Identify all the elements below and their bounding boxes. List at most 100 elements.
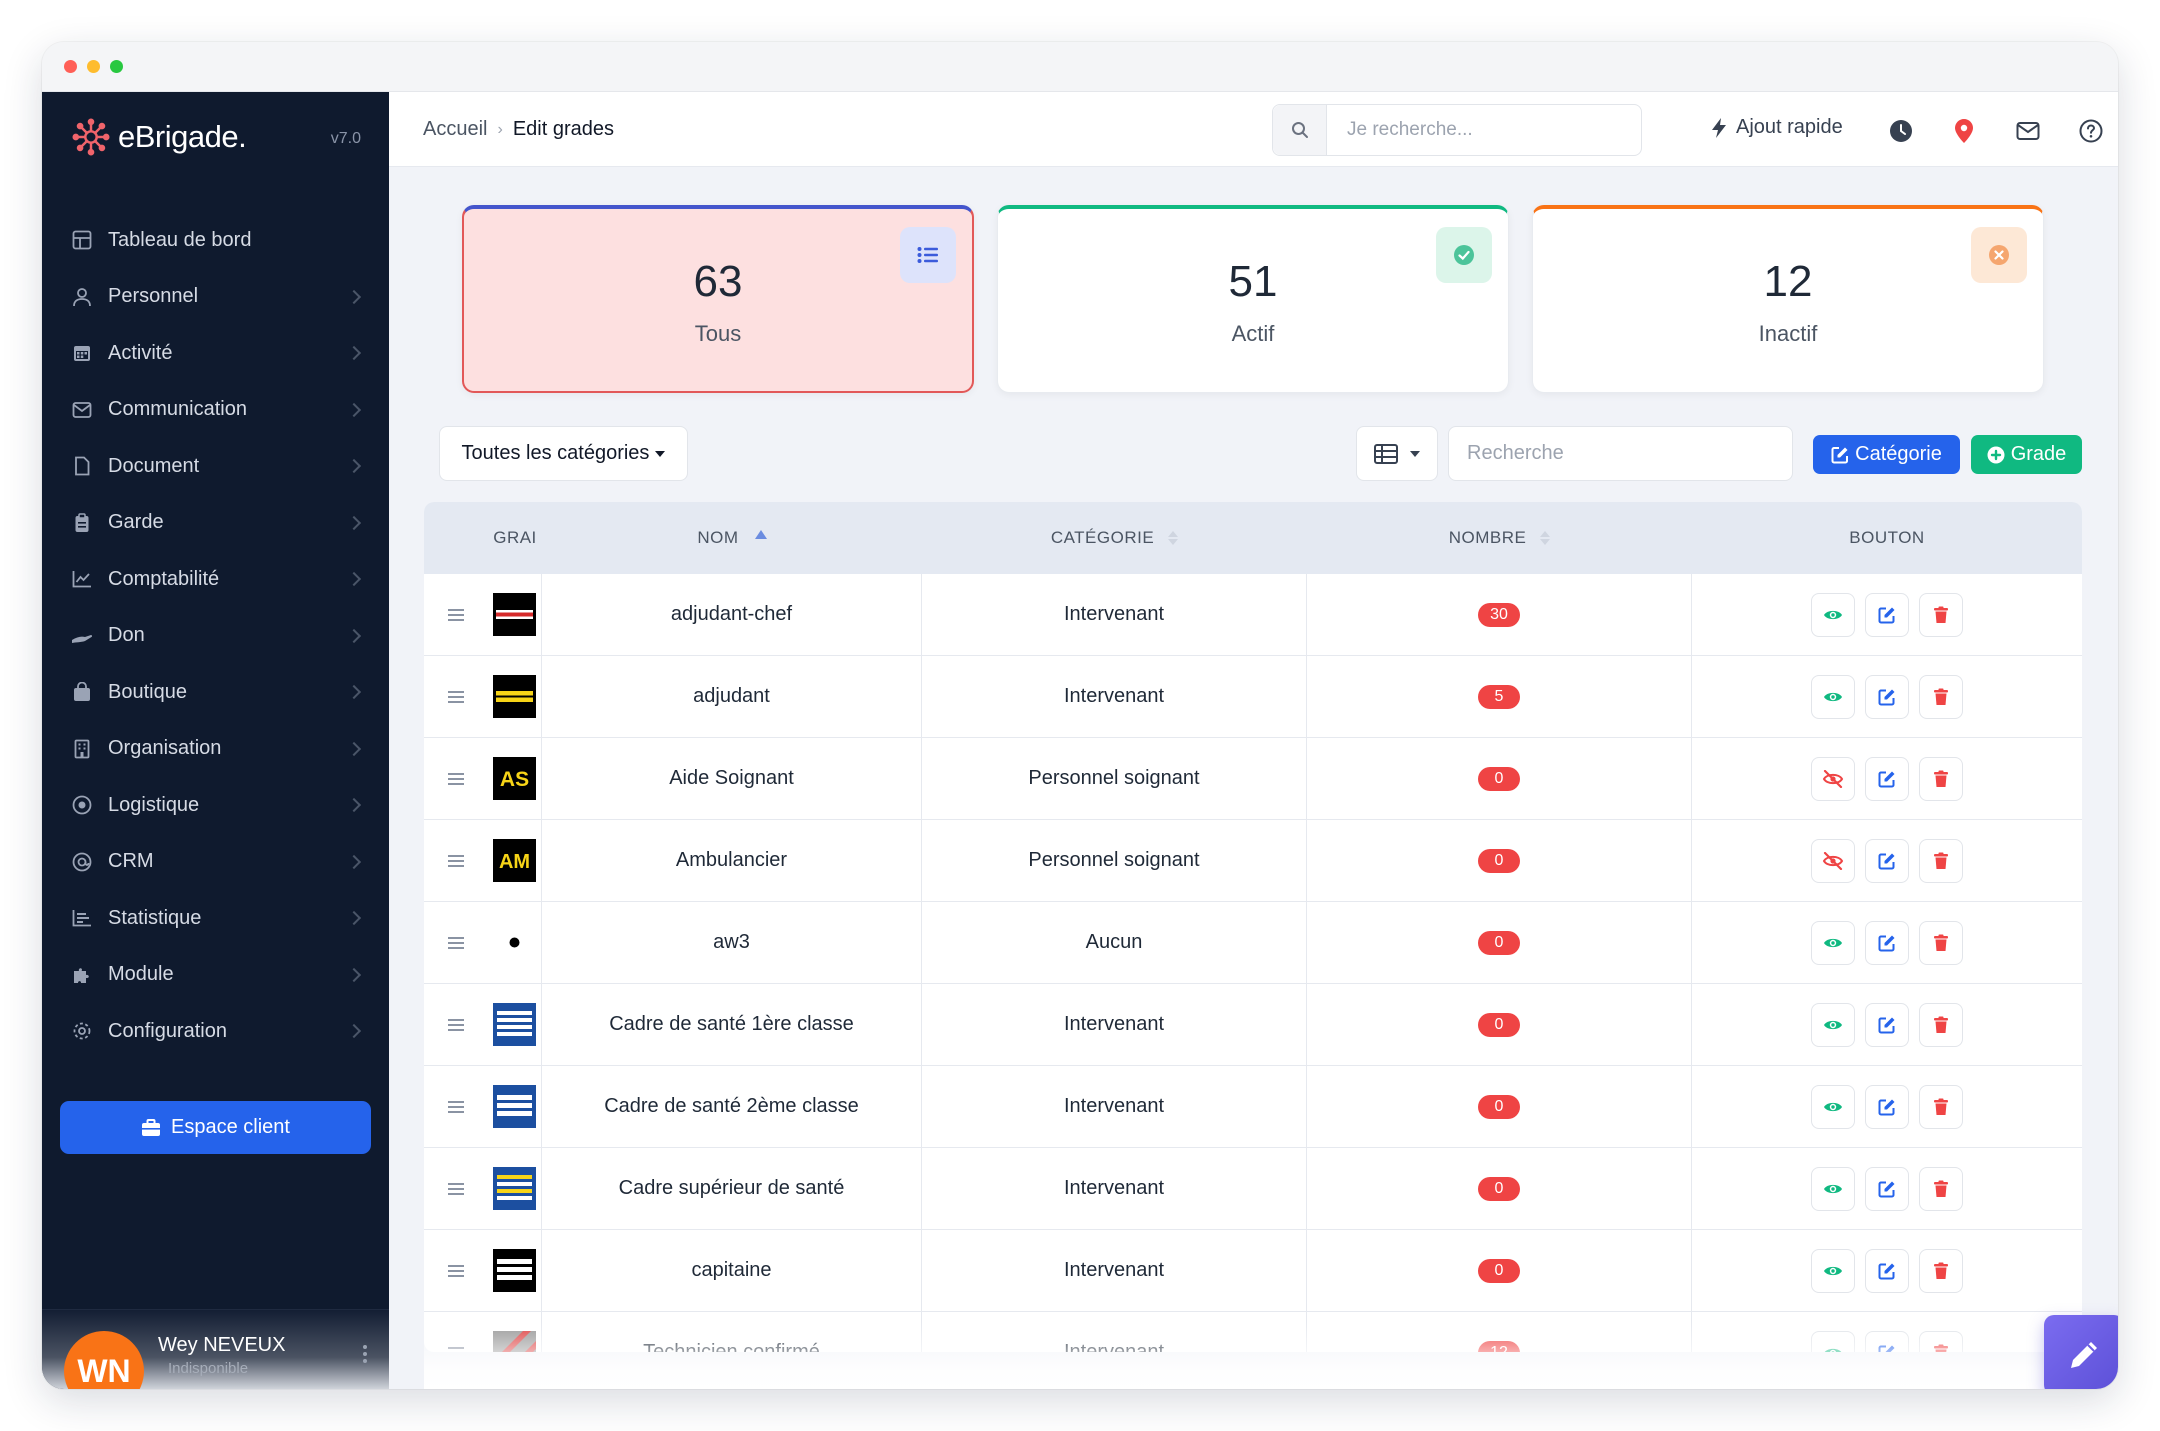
add-category-button[interactable]: Catégorie: [1813, 435, 1960, 474]
edit-grade-button[interactable]: [1865, 1002, 1909, 1047]
edit-grade-button[interactable]: [1865, 1248, 1909, 1293]
table-row[interactable]: aw3 Aucun 0: [424, 902, 2082, 984]
breadcrumb-home-link[interactable]: Accueil: [423, 118, 487, 141]
toggle-visibility-button[interactable]: [1811, 1330, 1855, 1352]
delete-grade-button[interactable]: [1919, 756, 1963, 801]
delete-grade-button[interactable]: [1919, 920, 1963, 965]
map-pin-icon[interactable]: [1951, 118, 1977, 144]
minimize-window-button[interactable]: [87, 60, 100, 73]
stat-card-active[interactable]: 51 Actif: [997, 205, 1509, 393]
search-icon[interactable]: [1273, 105, 1327, 155]
drag-handle[interactable]: [424, 1230, 488, 1311]
sidebar-item-module[interactable]: Module: [42, 947, 389, 1004]
toggle-visibility-button-hidden[interactable]: [1811, 756, 1855, 801]
drag-handle[interactable]: [424, 1148, 488, 1229]
quick-add-button[interactable]: Ajout rapide: [1711, 116, 1843, 139]
sidebar-item-label: Activité: [108, 341, 173, 364]
drag-handle[interactable]: [424, 984, 488, 1065]
sidebar-item-crm[interactable]: CRM: [42, 834, 389, 891]
drag-handle[interactable]: [424, 1066, 488, 1147]
sidebar-item-statistique[interactable]: Statistique: [42, 890, 389, 947]
app-logo[interactable]: eBrigade.: [72, 118, 247, 156]
delete-grade-button[interactable]: [1919, 592, 1963, 637]
help-icon[interactable]: [2078, 118, 2104, 144]
sidebar-item-configuration[interactable]: Configuration: [42, 1003, 389, 1060]
toggle-visibility-button[interactable]: [1811, 1002, 1855, 1047]
th-category[interactable]: CATÉGORIE: [922, 502, 1307, 574]
close-window-button[interactable]: [64, 60, 77, 73]
sidebar-item-personnel[interactable]: Personnel: [42, 269, 389, 326]
edit-grade-button[interactable]: [1865, 1084, 1909, 1129]
drag-handle[interactable]: [424, 820, 488, 901]
sidebar-item-tableau-de-bord[interactable]: Tableau de bord: [42, 212, 389, 269]
sidebar-item-logistique[interactable]: Logistique: [42, 777, 389, 834]
clock-icon[interactable]: [1888, 118, 1914, 144]
edit-grade-button[interactable]: [1865, 920, 1909, 965]
delete-grade-button[interactable]: [1919, 674, 1963, 719]
drag-handle[interactable]: [424, 574, 488, 655]
stat-card-all[interactable]: 63 Tous: [462, 205, 974, 393]
edit-grade-button[interactable]: [1865, 674, 1909, 719]
maximize-window-button[interactable]: [110, 60, 123, 73]
edit-grade-button[interactable]: [1865, 756, 1909, 801]
delete-grade-button[interactable]: [1919, 838, 1963, 883]
grade-name-cell: Aide Soignant: [542, 738, 922, 819]
espace-client-button[interactable]: Espace client: [60, 1101, 371, 1154]
stat-card-inactive[interactable]: 12 Inactif: [1532, 205, 2044, 393]
th-name[interactable]: NOM: [542, 502, 922, 574]
table-row[interactable]: AS Aide Soignant Personnel soignant 0: [424, 738, 2082, 820]
th-count[interactable]: NOMBRE: [1307, 502, 1692, 574]
sidebar-item-garde[interactable]: Garde: [42, 495, 389, 552]
table-row[interactable]: Cadre de santé 1ère classe Intervenant 0: [424, 984, 2082, 1066]
table-search-input[interactable]: [1467, 427, 1767, 480]
table-row[interactable]: Cadre supérieur de santé Intervenant 0: [424, 1148, 2082, 1230]
table-row[interactable]: adjudant-chef Intervenant 30: [424, 574, 2082, 656]
edit-grade-button[interactable]: [1865, 1330, 1909, 1352]
view-toggle-dropdown[interactable]: [1356, 426, 1438, 481]
sidebar-item-document[interactable]: Document: [42, 438, 389, 495]
delete-grade-button[interactable]: [1919, 1166, 1963, 1211]
toggle-visibility-button[interactable]: [1811, 674, 1855, 719]
user-panel[interactable]: WN Wey NEVEUX Indisponible: [42, 1309, 389, 1389]
calendar-icon: [70, 341, 94, 365]
avatar[interactable]: WN: [64, 1331, 144, 1389]
drag-handle[interactable]: [424, 902, 488, 983]
count-badge: 30: [1478, 602, 1520, 627]
toggle-visibility-button[interactable]: [1811, 592, 1855, 637]
toggle-visibility-button[interactable]: [1811, 1248, 1855, 1293]
table-row[interactable]: adjudant Intervenant 5: [424, 656, 2082, 738]
user-menu-icon[interactable]: [363, 1352, 367, 1356]
table-row[interactable]: capitaine Intervenant 0: [424, 1230, 2082, 1312]
delete-grade-button[interactable]: [1919, 1002, 1963, 1047]
sidebar-item-communication[interactable]: Communication: [42, 382, 389, 439]
grade-name: capitaine: [691, 1259, 772, 1281]
drag-handle[interactable]: [424, 656, 488, 737]
toggle-visibility-button-hidden[interactable]: [1811, 838, 1855, 883]
edit-grade-button[interactable]: [1865, 1166, 1909, 1211]
category-filter-dropdown[interactable]: Toutes les catégories: [439, 426, 688, 481]
sidebar-item-boutique[interactable]: Boutique: [42, 664, 389, 721]
add-grade-button[interactable]: Grade: [1971, 435, 2082, 474]
drag-handle[interactable]: [424, 738, 488, 819]
sidebar-item-comptabilite[interactable]: Comptabilité: [42, 551, 389, 608]
table-row[interactable]: Technicien confirmé Intervenant 12: [424, 1312, 2082, 1352]
toggle-visibility-button[interactable]: [1811, 920, 1855, 965]
toggle-visibility-button[interactable]: [1811, 1166, 1855, 1211]
sidebar-item-don[interactable]: Don: [42, 608, 389, 665]
sidebar-item-activite[interactable]: Activité: [42, 325, 389, 382]
grade-count-cell: 0: [1307, 984, 1692, 1065]
edit-grade-button[interactable]: [1865, 838, 1909, 883]
th-grade[interactable]: GRAI: [488, 502, 542, 574]
delete-grade-button[interactable]: [1919, 1248, 1963, 1293]
sidebar-item-organisation[interactable]: Organisation: [42, 721, 389, 778]
toggle-visibility-button[interactable]: [1811, 1084, 1855, 1129]
table-row[interactable]: Cadre de santé 2ème classe Intervenant 0: [424, 1066, 2082, 1148]
floating-edit-button[interactable]: [2044, 1315, 2118, 1389]
delete-grade-button[interactable]: [1919, 1330, 1963, 1352]
table-row[interactable]: AM Ambulancier Personnel soignant 0: [424, 820, 2082, 902]
mail-icon[interactable]: [2015, 118, 2041, 144]
global-search-input[interactable]: [1347, 119, 1627, 141]
delete-grade-button[interactable]: [1919, 1084, 1963, 1129]
edit-grade-button[interactable]: [1865, 592, 1909, 637]
drag-handle[interactable]: [424, 1312, 488, 1352]
